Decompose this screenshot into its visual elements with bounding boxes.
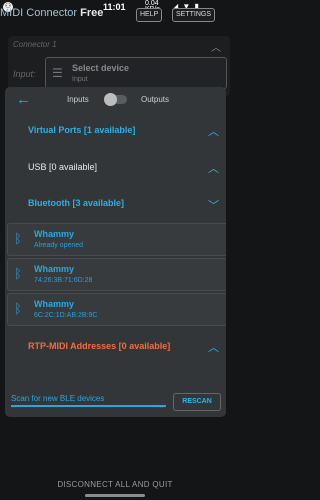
select-device-title: Select device bbox=[72, 63, 130, 73]
scan-progress-line bbox=[11, 405, 166, 407]
app-title-free: Free bbox=[80, 7, 104, 19]
list-select-icon: ☰ bbox=[52, 66, 63, 80]
inputs-outputs-toggle[interactable] bbox=[104, 93, 127, 106]
app-title: MIDI Connector Free bbox=[0, 7, 104, 19]
input-label: Input: bbox=[13, 69, 36, 79]
disconnect-all-button[interactable]: DISCONNECT ALL AND QUIT bbox=[0, 480, 230, 489]
help-button[interactable]: HELP bbox=[136, 8, 163, 22]
bluetooth-icon: ᛒ bbox=[14, 266, 22, 281]
bluetooth-icon: ᛒ bbox=[14, 301, 22, 316]
device-item[interactable]: ᛒ Whammy 74:26:3B:71:6D:28 bbox=[7, 258, 226, 291]
device-address: 6C:2C:1D:AB:2B:9C bbox=[34, 312, 98, 319]
chevron-up-icon[interactable]: ︿ bbox=[208, 123, 219, 139]
settings-button[interactable]: SETTINGS bbox=[172, 8, 216, 22]
device-name: Whammy bbox=[34, 264, 75, 274]
device-status: Already opened bbox=[34, 242, 84, 249]
section-virtual-ports[interactable]: Virtual Ports [1 available] bbox=[28, 125, 135, 135]
chevron-up-icon[interactable]: ︿ bbox=[208, 160, 219, 176]
section-rtp-midi[interactable]: RTP-MIDI Addresses [0 available] bbox=[28, 341, 170, 351]
device-name: Whammy bbox=[34, 229, 75, 239]
chevron-up-icon[interactable]: ︿ bbox=[211, 39, 221, 54]
outputs-label: Outputs bbox=[141, 95, 170, 104]
connector-label: Connector 1 bbox=[13, 40, 57, 49]
select-device-subtitle: Input bbox=[72, 76, 88, 83]
inputs-label: Inputs bbox=[67, 95, 89, 104]
app-bar: MIDI Connector Free HELP SETTINGS bbox=[0, 6, 230, 24]
chevron-down-icon[interactable]: ﹀ bbox=[208, 197, 219, 213]
rescan-button[interactable]: RESCAN bbox=[173, 393, 221, 411]
toggle-knob bbox=[104, 93, 117, 106]
device-name: Whammy bbox=[34, 299, 75, 309]
section-bluetooth[interactable]: Bluetooth [3 available] bbox=[28, 198, 124, 208]
chevron-up-icon[interactable]: ︿ bbox=[208, 339, 219, 355]
device-picker-dialog: ← Inputs Outputs Virtual Ports [1 availa… bbox=[5, 87, 226, 417]
device-address: 74:26:3B:71:6D:28 bbox=[34, 277, 93, 284]
scan-ble-text: Scan for new BLE devices bbox=[11, 394, 105, 403]
device-item[interactable]: ᛒ Whammy 6C:2C:1D:AB:2B:9C bbox=[7, 293, 226, 326]
home-gesture-pill[interactable] bbox=[85, 494, 145, 497]
section-usb[interactable]: USB [0 available] bbox=[28, 162, 97, 172]
arrow-left-icon[interactable]: ← bbox=[16, 91, 31, 108]
nav-bar bbox=[0, 493, 230, 500]
bluetooth-icon: ᛒ bbox=[14, 231, 22, 246]
device-item[interactable]: ᛒ Whammy Already opened bbox=[7, 223, 226, 256]
select-device-button[interactable]: ☰ Select device Input bbox=[45, 57, 227, 89]
